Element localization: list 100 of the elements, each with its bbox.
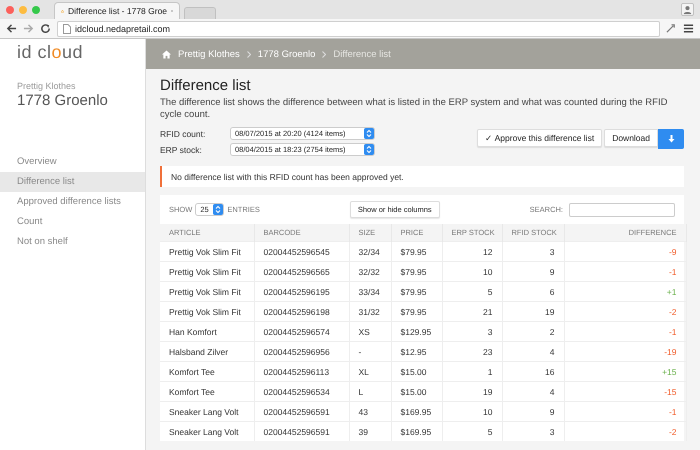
table-cell: 9 bbox=[502, 262, 564, 282]
table-cell: 19 bbox=[502, 302, 564, 322]
download-arrow-button[interactable] bbox=[658, 129, 684, 149]
browser-tab[interactable]: Difference list - 1778 Groe bbox=[54, 2, 180, 19]
table-cell: Prettig Vok Slim Fit bbox=[160, 282, 254, 302]
down-arrow-icon bbox=[668, 135, 674, 143]
difference-cell: +15 bbox=[564, 362, 686, 382]
back-arrow-icon[interactable] bbox=[6, 23, 17, 34]
table-cell: $15.00 bbox=[391, 362, 442, 382]
table-cell: 10 bbox=[442, 402, 502, 422]
company-name: Prettig Klothes bbox=[17, 81, 77, 91]
table-cell: $15.00 bbox=[391, 382, 442, 402]
table-cell: 33/34 bbox=[349, 282, 391, 302]
table-cell: Prettig Vok Slim Fit bbox=[160, 302, 254, 322]
user-icon[interactable] bbox=[681, 3, 694, 16]
difference-cell: -15 bbox=[564, 382, 686, 402]
table-cell: 02004452596198 bbox=[254, 302, 349, 322]
table-cell: 5 bbox=[442, 282, 502, 302]
table-cell: Komfort Tee bbox=[160, 382, 254, 402]
table-cell: - bbox=[349, 342, 391, 362]
difference-cell: -19 bbox=[564, 342, 686, 362]
chevron-icon bbox=[322, 50, 326, 58]
stepper-icon[interactable] bbox=[213, 204, 224, 215]
breadcrumb-link[interactable]: Prettig Klothes bbox=[178, 48, 240, 60]
logo: id cloud bbox=[17, 41, 84, 64]
difference-cell: -1 bbox=[564, 402, 686, 422]
table-cell: 3 bbox=[442, 322, 502, 342]
table-cell: $129.95 bbox=[391, 322, 442, 342]
difference-cell: +1 bbox=[564, 282, 686, 302]
stepper-icon[interactable] bbox=[364, 128, 374, 139]
table-cell: $79.95 bbox=[391, 262, 442, 282]
stepper-icon[interactable] bbox=[364, 144, 374, 155]
forward-arrow-icon[interactable] bbox=[23, 23, 34, 34]
home-icon[interactable] bbox=[162, 50, 171, 58]
table-cell: Halsband Zilver bbox=[160, 342, 254, 362]
table-cell: $79.95 bbox=[391, 282, 442, 302]
table-cell: 5 bbox=[442, 422, 502, 441]
table-cell: 02004452596956 bbox=[254, 342, 349, 362]
filter-label: ERP stock: bbox=[160, 144, 203, 154]
download-button[interactable]: Download bbox=[604, 129, 658, 147]
table-cell: 1 bbox=[442, 362, 502, 382]
table-cell: 3 bbox=[502, 422, 564, 441]
table-cell: 31/32 bbox=[349, 302, 391, 322]
table-cell: 23 bbox=[442, 342, 502, 362]
table-cell: 19 bbox=[442, 382, 502, 402]
sidebar-item[interactable]: Difference list bbox=[0, 172, 145, 192]
table-cell: 02004452596591 bbox=[254, 422, 349, 441]
table-cell: 32/32 bbox=[349, 262, 391, 282]
table-cell: 21 bbox=[442, 302, 502, 322]
table-cell: 6 bbox=[502, 282, 564, 302]
table-cell: XL bbox=[349, 362, 391, 382]
difference-cell: -1 bbox=[564, 262, 686, 282]
table-cell: Komfort Tee bbox=[160, 362, 254, 382]
sidebar-item[interactable]: Not on shelf bbox=[0, 232, 145, 252]
table-cell: 02004452596591 bbox=[254, 402, 349, 422]
extension-icon[interactable] bbox=[666, 23, 677, 34]
table-cell: 02004452596195 bbox=[254, 282, 349, 302]
table-cell: Prettig Vok Slim Fit bbox=[160, 242, 254, 262]
close-window-icon[interactable] bbox=[6, 6, 14, 14]
sidebar-item[interactable]: Count bbox=[0, 212, 145, 232]
table-cell: 39 bbox=[349, 422, 391, 441]
table-cell: 02004452596574 bbox=[254, 322, 349, 342]
filter-label: RFID count: bbox=[160, 128, 206, 138]
table-cell: 4 bbox=[502, 342, 564, 362]
table-cell: 12 bbox=[442, 242, 502, 262]
difference-cell: -2 bbox=[564, 302, 686, 322]
reload-icon[interactable] bbox=[40, 23, 51, 34]
table-cell: 02004452596545 bbox=[254, 242, 349, 262]
difference-cell: -2 bbox=[564, 422, 686, 441]
breadcrumb-link[interactable]: 1778 Groenlo bbox=[258, 48, 316, 60]
page-title: Difference list bbox=[160, 77, 252, 94]
table-cell: 02004452596534 bbox=[254, 382, 349, 402]
table-cell: 43 bbox=[349, 402, 391, 422]
sidebar-item[interactable]: Approved difference lists bbox=[0, 192, 145, 212]
table-cell: $12.95 bbox=[391, 342, 442, 362]
table-cell: $169.95 bbox=[391, 402, 442, 422]
table-cell: Prettig Vok Slim Fit bbox=[160, 262, 254, 282]
table-cell: Sneaker Lang Volt bbox=[160, 402, 254, 422]
table-cell: 9 bbox=[502, 402, 564, 422]
table-cell: $169.95 bbox=[391, 422, 442, 441]
table-cell: XS bbox=[349, 322, 391, 342]
approve-button[interactable]: ✓ Approve this difference list bbox=[476, 129, 602, 147]
chevron-icon bbox=[246, 50, 251, 58]
table-cell: 2 bbox=[502, 322, 564, 342]
table-cell: 02004452596113 bbox=[254, 362, 349, 382]
table-cell: 3 bbox=[502, 242, 564, 262]
alert-message: No difference list with this RFID count has been approved yet. bbox=[160, 166, 684, 187]
menu-icon[interactable] bbox=[683, 23, 694, 34]
table-cell: 16 bbox=[502, 362, 564, 382]
page-icon bbox=[63, 24, 71, 34]
table-cell: $79.95 bbox=[391, 242, 442, 262]
table-cell: 02004452596565 bbox=[254, 262, 349, 282]
maximize-window-icon[interactable] bbox=[32, 6, 40, 14]
description-text: The difference list shows the difference between what is listed in the ERP system and what was counted during the RFID cycle count. bbox=[160, 97, 668, 121]
search-field[interactable] bbox=[569, 202, 675, 216]
table-cell: 10 bbox=[442, 262, 502, 282]
difference-cell: -9 bbox=[564, 242, 686, 262]
sidebar-item[interactable]: Overview bbox=[0, 152, 145, 172]
address-bar[interactable]: idcloud.nedapretail.com bbox=[57, 20, 660, 36]
table-cell: 32/34 bbox=[349, 242, 391, 262]
